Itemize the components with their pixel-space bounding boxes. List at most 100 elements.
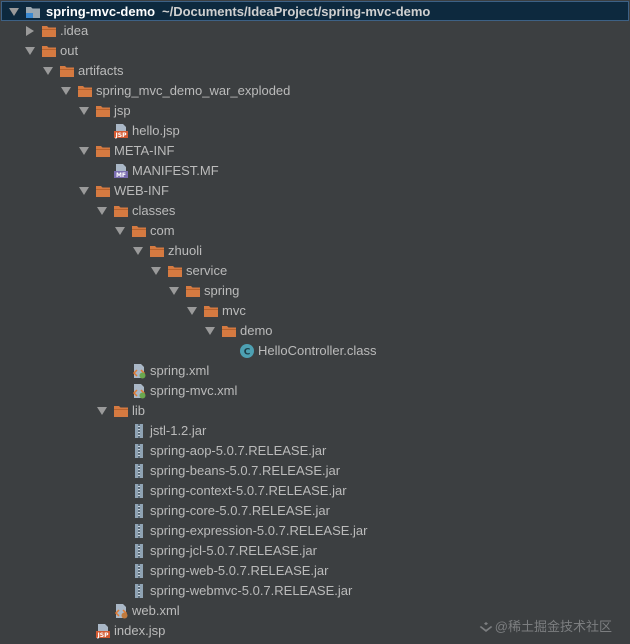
jar-icon [131, 443, 147, 459]
tree-item-label: mvc [222, 303, 246, 318]
tree-row-out[interactable]: out [0, 41, 630, 61]
tree-row-spring[interactable]: spring [0, 281, 630, 301]
expand-arrow-icon[interactable] [9, 8, 19, 16]
expand-arrow-icon[interactable] [79, 147, 89, 155]
tree-item-label: spring_mvc_demo_war_exploded [96, 83, 291, 98]
folder-icon [167, 263, 183, 279]
expand-arrow-icon[interactable] [25, 47, 35, 55]
jsp-file-icon: JSP [95, 623, 111, 639]
tree-item-label: spring-core-5.0.7.RELEASE.jar [150, 503, 330, 518]
folder-icon [95, 143, 111, 159]
tree-row-spring-core-5-0-7-release-jar[interactable]: spring-core-5.0.7.RELEASE.jar [0, 501, 630, 521]
folder-icon [203, 303, 219, 319]
tree-row-classes[interactable]: classes [0, 201, 630, 221]
tree-row-idea[interactable]: .idea [0, 21, 630, 41]
jar-icon [131, 463, 147, 479]
folder-icon [95, 103, 111, 119]
tree-row-spring-aop-5-0-7-release-jar[interactable]: spring-aop-5.0.7.RELEASE.jar [0, 441, 630, 461]
tree-item-label: service [186, 263, 228, 278]
expand-arrow-icon[interactable] [79, 187, 89, 195]
tree-item-label: WEB-INF [114, 183, 169, 198]
tree-row-jsp[interactable]: jsp [0, 101, 630, 121]
spring-xml-icon [131, 363, 147, 379]
tree-row-com[interactable]: com [0, 221, 630, 241]
tree-item-label: artifacts [78, 63, 124, 78]
tree-row-spring-web-5-0-7-release-jar[interactable]: spring-web-5.0.7.RELEASE.jar [0, 561, 630, 581]
tree-row-artifacts[interactable]: artifacts [0, 61, 630, 81]
svg-text:JSP: JSP [97, 632, 110, 639]
tree-row-hello-jsp[interactable]: JSP hello.jsp [0, 121, 630, 141]
expand-arrow-icon[interactable] [187, 307, 197, 315]
tree-row-spring-context-5-0-7-release-jar[interactable]: spring-context-5.0.7.RELEASE.jar [0, 481, 630, 501]
expand-arrow-icon[interactable] [97, 407, 107, 415]
tree-row-spring-webmvc-5-0-7-release-jar[interactable]: spring-webmvc-5.0.7.RELEASE.jar [0, 581, 630, 601]
folder-icon [113, 403, 129, 419]
tree-item-label: spring-aop-5.0.7.RELEASE.jar [150, 443, 327, 458]
tree-item-label: lib [132, 403, 146, 418]
jar-icon [131, 583, 147, 599]
svg-text:JSP: JSP [115, 132, 128, 139]
expand-arrow-icon[interactable] [151, 267, 161, 275]
collapse-arrow-icon[interactable] [26, 26, 34, 36]
juejin-logo-icon [479, 622, 493, 632]
tree-row-mvc[interactable]: mvc [0, 301, 630, 321]
tree-row-spring-beans-5-0-7-release-jar[interactable]: spring-beans-5.0.7.RELEASE.jar [0, 461, 630, 481]
tree-item-label: spring-jcl-5.0.7.RELEASE.jar [150, 543, 317, 558]
project-path: ~/Documents/IdeaProject/spring-mvc-demo [162, 4, 431, 19]
project-tree: spring-mvc-demo ~/Documents/IdeaProject/… [0, 0, 630, 644]
manifest-file-icon: MF [113, 163, 129, 179]
expand-arrow-icon[interactable] [169, 287, 179, 295]
expand-arrow-icon[interactable] [205, 327, 215, 335]
project-name: spring-mvc-demo [46, 4, 156, 19]
tree-item-label: jstl-1.2.jar [150, 423, 207, 438]
spring-xml-icon [131, 383, 147, 399]
expand-arrow-icon[interactable] [61, 87, 71, 95]
folder-icon [95, 183, 111, 199]
expand-arrow-icon[interactable] [133, 247, 143, 255]
tree-row-project-root[interactable]: spring-mvc-demo ~/Documents/IdeaProject/… [1, 1, 629, 21]
expand-arrow-icon[interactable] [43, 67, 53, 75]
tree-row-demo[interactable]: demo [0, 321, 630, 341]
tree-row-web-inf[interactable]: WEB-INF [0, 181, 630, 201]
tree-row-spring-expression-5-0-7-release-jar[interactable]: spring-expression-5.0.7.RELEASE.jar [0, 521, 630, 541]
tree-item-label: demo [240, 323, 273, 338]
tree-item-label: index.jsp [114, 623, 166, 638]
tree-row-spring-mvc-demo-war-exploded[interactable]: spring_mvc_demo_war_exploded [0, 81, 630, 101]
tree-item-label: out [60, 43, 79, 58]
tree-row-spring-mvc-xml[interactable]: spring-mvc.xml [0, 381, 630, 401]
tree-item-label: hello.jsp [132, 123, 180, 138]
watermark: @稀土掘金技术社区 [479, 616, 612, 635]
tree-item-label: META-INF [114, 143, 175, 158]
svg-text:C: C [244, 348, 251, 358]
tree-row-manifest-mf[interactable]: MF MANIFEST.MF [0, 161, 630, 181]
jar-icon [131, 523, 147, 539]
jar-icon [131, 483, 147, 499]
web-xml-icon [113, 603, 129, 619]
tree-item-label: spring-beans-5.0.7.RELEASE.jar [150, 463, 341, 478]
tree-item-label: classes [132, 203, 176, 218]
jar-icon [131, 543, 147, 559]
tree-row-hellocontroller-class[interactable]: C HelloController.class [0, 341, 630, 361]
tree-item-label: web.xml [132, 603, 180, 618]
tree-row-spring-xml[interactable]: spring.xml [0, 361, 630, 381]
tree-row-zhuoli[interactable]: zhuoli [0, 241, 630, 261]
folder-icon [77, 83, 93, 99]
folder-icon [41, 43, 57, 59]
folder-icon [149, 243, 165, 259]
tree-row-service[interactable]: service [0, 261, 630, 281]
java-class-icon: C [239, 343, 255, 359]
expand-arrow-icon[interactable] [115, 227, 125, 235]
tree-item-label: spring-web-5.0.7.RELEASE.jar [150, 563, 329, 578]
watermark-text: @稀土掘金技术社区 [494, 619, 612, 634]
tree-row-meta-inf[interactable]: META-INF [0, 141, 630, 161]
expand-arrow-icon[interactable] [79, 107, 89, 115]
folder-icon [41, 23, 57, 39]
tree-row-jstl-1-2-jar[interactable]: jstl-1.2.jar [0, 421, 630, 441]
expand-arrow-icon[interactable] [97, 207, 107, 215]
jar-icon [131, 423, 147, 439]
folder-icon [221, 323, 237, 339]
folder-icon [113, 203, 129, 219]
folder-icon [131, 223, 147, 239]
tree-row-lib[interactable]: lib [0, 401, 630, 421]
tree-row-spring-jcl-5-0-7-release-jar[interactable]: spring-jcl-5.0.7.RELEASE.jar [0, 541, 630, 561]
